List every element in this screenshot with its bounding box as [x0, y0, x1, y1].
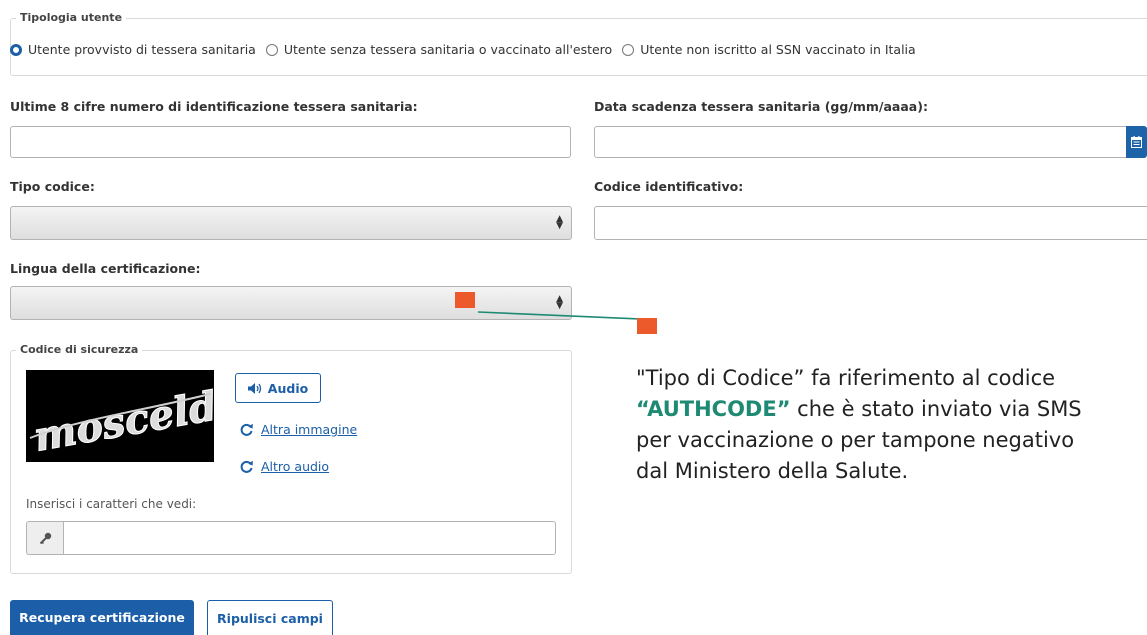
radio-option-not-registered[interactable]: Utente non iscritto al SSN vaccinato in … — [622, 42, 916, 57]
radio-label: Utente provvisto di tessera sanitaria — [28, 42, 256, 57]
calendar-button[interactable] — [1126, 126, 1147, 158]
refresh-icon — [240, 460, 253, 473]
radio-button[interactable] — [265, 43, 278, 56]
recover-certificate-button[interactable]: Recupera certificazione — [10, 600, 194, 635]
other-audio-label: Altro audio — [261, 459, 330, 474]
captcha-input-label: Inserisci i caratteri che vedi: — [26, 497, 197, 511]
radio-option-without-card[interactable]: Utente senza tessera sanitaria o vaccina… — [265, 42, 613, 57]
radio-button[interactable] — [622, 43, 635, 56]
marker-source — [455, 292, 475, 308]
annotation-line-2: “AUTHCODE” che è stato inviato via SMS — [636, 394, 1147, 425]
annotation-line-2-rest: che è stato inviato via SMS — [790, 397, 1082, 421]
refresh-icon — [240, 423, 253, 436]
clear-fields-button[interactable]: Ripulisci campi — [207, 600, 333, 635]
select-arrows-icon: ▲ ▼ — [556, 294, 563, 311]
radio-label: Utente senza tessera sanitaria o vaccina… — [283, 42, 613, 57]
annotation-text: "Tipo di Codice” fa riferimento al codic… — [636, 363, 1147, 487]
captcha-text: mosceldo — [30, 378, 214, 461]
expiry-date-input[interactable] — [594, 126, 1127, 158]
select-arrows-icon: ▲ ▼ — [556, 214, 563, 231]
radio-button-selected[interactable] — [10, 43, 22, 56]
annotation-line-3: per vaccinazione o per tampone negativo — [636, 428, 1075, 452]
other-image-label: Altra immagine — [261, 422, 358, 437]
calendar-icon — [1131, 136, 1142, 148]
other-image-link[interactable]: Altra immagine — [240, 422, 357, 437]
user-type-options: Utente provvisto di tessera sanitaria Ut… — [10, 42, 926, 57]
marker-target — [637, 318, 657, 334]
code-id-label: Codice identificativo: — [594, 179, 744, 194]
user-type-legend: Tipologia utente — [16, 11, 127, 24]
radio-label: Utente non iscritto al SSN vaccinato in … — [640, 42, 916, 57]
card-digits-input[interactable] — [10, 126, 571, 158]
expiry-date-label: Data scadenza tessera sanitaria (gg/mm/a… — [594, 99, 928, 114]
captcha-image: mosceldo — [26, 370, 214, 462]
speaker-icon — [247, 382, 261, 394]
other-audio-link[interactable]: Altro audio — [240, 459, 329, 474]
code-id-input[interactable] — [594, 206, 1147, 240]
captcha-input[interactable] — [63, 521, 556, 555]
annotation-line-1: "Tipo di Codice” fa riferimento al codic… — [636, 366, 1056, 390]
card-digits-label: Ultime 8 cifre numero di identificazione… — [10, 99, 418, 114]
captcha-legend: Codice di sicurezza — [16, 343, 143, 356]
language-label: Lingua della certificazione: — [10, 261, 201, 276]
code-type-label: Tipo codice: — [10, 179, 95, 194]
code-type-select[interactable]: ▲ ▼ — [10, 206, 572, 240]
audio-button-label: Audio — [267, 380, 309, 396]
key-icon — [39, 532, 52, 545]
audio-button[interactable]: Audio — [235, 373, 321, 403]
key-addon — [26, 521, 64, 555]
radio-option-with-card[interactable]: Utente provvisto di tessera sanitaria — [10, 42, 256, 57]
annotation-line-4: dal Ministero della Salute. — [636, 459, 909, 483]
language-select[interactable]: ▲ ▼ — [10, 286, 572, 320]
annotation-highlight: “AUTHCODE” — [636, 397, 791, 421]
